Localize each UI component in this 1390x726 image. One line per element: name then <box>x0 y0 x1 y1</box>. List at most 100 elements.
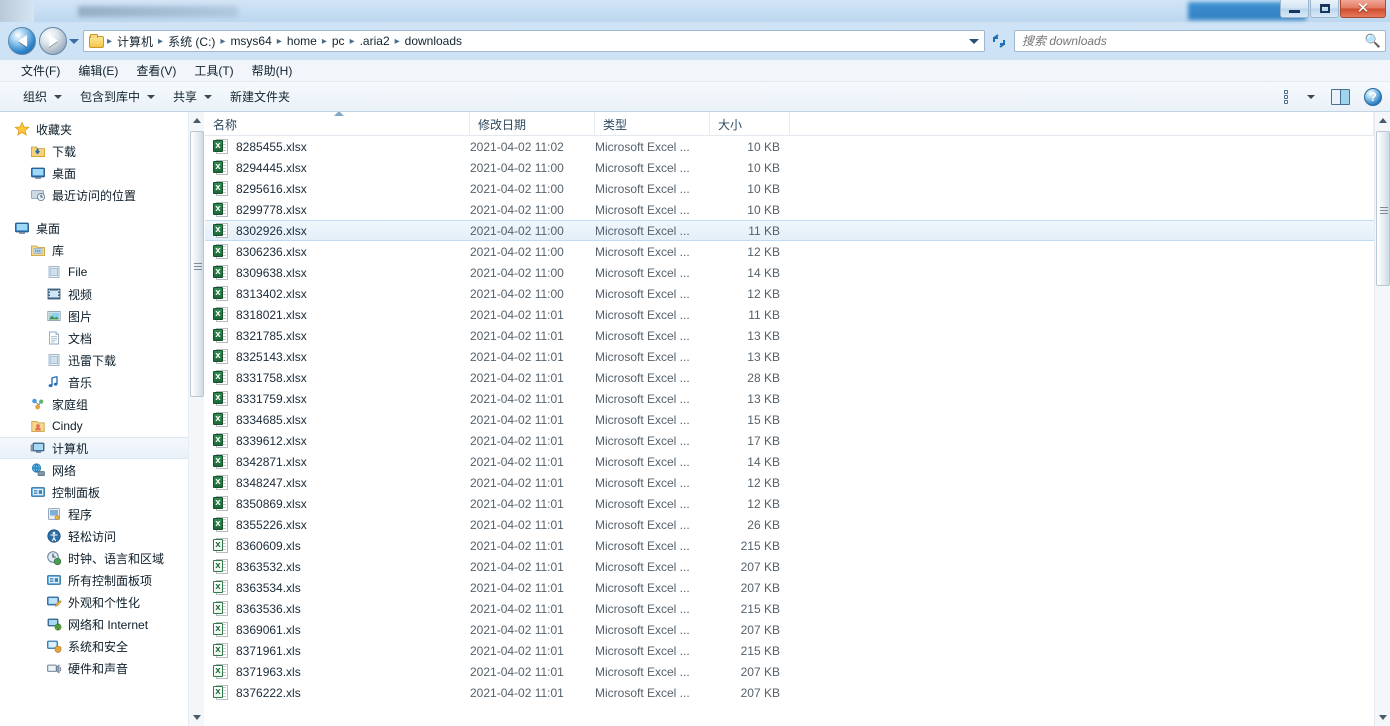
table-row[interactable]: X 8363534.xls 2021-04-02 11:01 Microsoft Ex… <box>205 577 1374 598</box>
new-folder-button[interactable]: 新建文件夹 <box>221 85 299 108</box>
table-row[interactable]: X 8321785.xlsx 2021-04-02 11:01 Microsoft E… <box>205 325 1374 346</box>
table-row[interactable]: X 8360609.xls 2021-04-02 11:01 Microsoft Ex… <box>205 535 1374 556</box>
preview-pane-icon[interactable] <box>1331 88 1350 105</box>
table-row[interactable]: X 8342871.xlsx 2021-04-02 11:01 Microsoft E… <box>205 451 1374 472</box>
table-row[interactable]: X 8331759.xlsx 2021-04-02 11:01 Microsoft E… <box>205 388 1374 409</box>
table-row[interactable]: X 8363536.xls 2021-04-02 11:01 Microsoft Ex… <box>205 598 1374 619</box>
sidebar-item-all-control-panel-items[interactable]: 所有控制面板项 <box>0 569 204 591</box>
include-in-library-button[interactable]: 包含到库中 <box>71 85 164 108</box>
sidebar-item-clock-region[interactable]: 时钟、语言和区域 <box>0 547 204 569</box>
table-row[interactable]: X 8294445.xlsx 2021-04-02 11:00 Microsoft E… <box>205 157 1374 178</box>
refresh-button[interactable] <box>988 30 1010 52</box>
sidebar-item-programs[interactable]: 程序 <box>0 503 204 525</box>
sidebar-item-libraries[interactable]: 库 <box>0 239 204 261</box>
sidebar-item-downloads[interactable]: 下载 <box>0 140 204 162</box>
sidebar-item-pictures[interactable]: 图片 <box>0 305 204 327</box>
address-bar[interactable]: ▸ 计算机 ▸ 系统 (C:) ▸ msys64 ▸ home ▸ pc ▸ .… <box>83 30 985 52</box>
breadcrumb-item-1[interactable]: 系统 (C:) <box>165 31 218 52</box>
table-row[interactable]: X 8302926.xlsx 2021-04-02 11:00 Microsoft E… <box>205 220 1374 241</box>
table-row[interactable]: X 8371961.xls 2021-04-02 11:01 Microsoft Ex… <box>205 640 1374 661</box>
table-row[interactable]: X 8376222.xls 2021-04-02 11:01 Microsoft Ex… <box>205 682 1374 703</box>
sidebar-item-videos[interactable]: 视频 <box>0 283 204 305</box>
sidebar-item-recent-places[interactable]: 最近访问的位置 <box>0 184 204 206</box>
breadcrumb-separator-5[interactable]: ▸ <box>348 36 357 47</box>
file-scroll-up-button[interactable] <box>1375 112 1390 129</box>
search-input[interactable] <box>1022 32 1365 50</box>
file-scroll-thumb[interactable] <box>1376 131 1390 286</box>
table-row[interactable]: X 8334685.xlsx 2021-04-02 11:01 Microsoft E… <box>205 409 1374 430</box>
sidebar-item-cindy[interactable]: Cindy <box>0 415 204 437</box>
sidebar-scroll-up-button[interactable] <box>189 112 204 129</box>
breadcrumb-separator-2[interactable]: ▸ <box>218 36 227 47</box>
table-row[interactable]: X 8313402.xlsx 2021-04-02 11:00 Microsoft E… <box>205 283 1374 304</box>
close-button[interactable]: ✕ <box>1340 0 1386 18</box>
sidebar-item-documents[interactable]: 文档 <box>0 327 204 349</box>
menu-help[interactable]: 帮助(H) <box>243 60 302 81</box>
menu-view[interactable]: 查看(V) <box>127 60 185 81</box>
sidebar-item-hardware-sound[interactable]: 硬件和声音 <box>0 657 204 679</box>
view-options-caret-icon[interactable] <box>1307 94 1315 99</box>
back-button[interactable] <box>8 27 36 55</box>
help-icon[interactable]: ? <box>1364 87 1382 106</box>
table-row[interactable]: X 8295616.xlsx 2021-04-02 11:00 Microsoft E… <box>205 178 1374 199</box>
table-row[interactable]: X 8331758.xlsx 2021-04-02 11:01 Microsoft E… <box>205 367 1374 388</box>
sidebar-item-file[interactable]: File <box>0 261 204 283</box>
column-header-size[interactable]: 大小 <box>710 112 790 136</box>
sidebar-item-computer[interactable]: 计算机 <box>0 437 204 459</box>
sidebar-item-appearance[interactable]: 外观和个性化 <box>0 591 204 613</box>
table-row[interactable]: X 8285455.xlsx 2021-04-02 11:02 Microsoft E… <box>205 136 1374 157</box>
table-row[interactable]: X 8350869.xlsx 2021-04-02 11:01 Microsoft E… <box>205 493 1374 514</box>
minimize-button[interactable] <box>1280 0 1309 18</box>
breadcrumb-item-4[interactable]: pc <box>329 32 348 50</box>
column-header-type[interactable]: 类型 <box>595 112 710 136</box>
breadcrumb-separator-0[interactable]: ▸ <box>105 36 114 47</box>
table-row[interactable]: X 8355226.xlsx 2021-04-02 11:01 Microsoft E… <box>205 514 1374 535</box>
menu-edit[interactable]: 编辑(E) <box>69 60 127 81</box>
table-row[interactable]: X 8369061.xls 2021-04-02 11:01 Microsoft Ex… <box>205 619 1374 640</box>
maximize-button[interactable] <box>1310 0 1339 18</box>
view-options-icon[interactable] <box>1284 89 1301 104</box>
forward-button[interactable] <box>39 27 67 55</box>
sidebar-scroll-down-button[interactable] <box>189 709 204 726</box>
sidebar-item-favorites[interactable]: 收藏夹 <box>0 118 204 140</box>
table-row[interactable]: X 8325143.xlsx 2021-04-02 11:01 Microsoft E… <box>205 346 1374 367</box>
table-row[interactable]: X 8306236.xlsx 2021-04-02 11:00 Microsoft E… <box>205 241 1374 262</box>
sidebar-item-control-panel[interactable]: 控制面板 <box>0 481 204 503</box>
sidebar-item-music[interactable]: 音乐 <box>0 371 204 393</box>
sidebar-scrollbar[interactable] <box>188 112 204 726</box>
table-row[interactable]: X 8371963.xls 2021-04-02 11:01 Microsoft Ex… <box>205 661 1374 682</box>
breadcrumb-separator-4[interactable]: ▸ <box>320 36 329 47</box>
sidebar-item-desktop-fav[interactable]: 桌面 <box>0 162 204 184</box>
sidebar-scroll-thumb[interactable] <box>190 131 204 397</box>
sidebar-item-xunlei-downloads[interactable]: 迅雷下载 <box>0 349 204 371</box>
organize-button[interactable]: 组织 <box>14 85 71 108</box>
breadcrumb-item-0[interactable]: 计算机 <box>114 31 156 52</box>
file-scroll-down-button[interactable] <box>1375 709 1390 726</box>
table-row[interactable]: X 8309638.xlsx 2021-04-02 11:00 Microsoft E… <box>205 262 1374 283</box>
sidebar-item-system-security[interactable]: 系统和安全 <box>0 635 204 657</box>
file-list-scrollbar[interactable] <box>1374 112 1390 726</box>
breadcrumb-item-6[interactable]: downloads <box>402 32 465 50</box>
breadcrumb-separator-1[interactable]: ▸ <box>156 36 165 47</box>
sidebar-item-network-internet[interactable]: 网络和 Internet <box>0 613 204 635</box>
sidebar-item-ease-of-access[interactable]: 轻松访问 <box>0 525 204 547</box>
table-row[interactable]: X 8339612.xlsx 2021-04-02 11:01 Microsoft E… <box>205 430 1374 451</box>
share-button[interactable]: 共享 <box>164 85 221 108</box>
breadcrumb-separator-3[interactable]: ▸ <box>275 36 284 47</box>
address-dropdown-button[interactable] <box>966 38 982 44</box>
table-row[interactable]: X 8318021.xlsx 2021-04-02 11:01 Microsoft E… <box>205 304 1374 325</box>
column-header-date[interactable]: 修改日期 <box>470 112 595 136</box>
sidebar-item-desktop[interactable]: 桌面 <box>0 217 204 239</box>
breadcrumb-item-2[interactable]: msys64 <box>227 32 274 50</box>
sidebar-item-network[interactable]: 网络 <box>0 459 204 481</box>
breadcrumb-item-5[interactable]: .aria2 <box>357 32 393 50</box>
search-box[interactable]: 🔍 <box>1014 30 1386 52</box>
menu-file[interactable]: 文件(F) <box>12 60 69 81</box>
recent-locations-button[interactable] <box>67 27 81 55</box>
table-row[interactable]: X 8363532.xls 2021-04-02 11:01 Microsoft Ex… <box>205 556 1374 577</box>
breadcrumb-item-3[interactable]: home <box>284 32 320 50</box>
table-row[interactable]: X 8299778.xlsx 2021-04-02 11:00 Microsoft E… <box>205 199 1374 220</box>
sidebar-item-homegroup[interactable]: 家庭组 <box>0 393 204 415</box>
breadcrumb-separator-6[interactable]: ▸ <box>393 36 402 47</box>
column-header-name[interactable]: 名称 <box>205 112 470 136</box>
